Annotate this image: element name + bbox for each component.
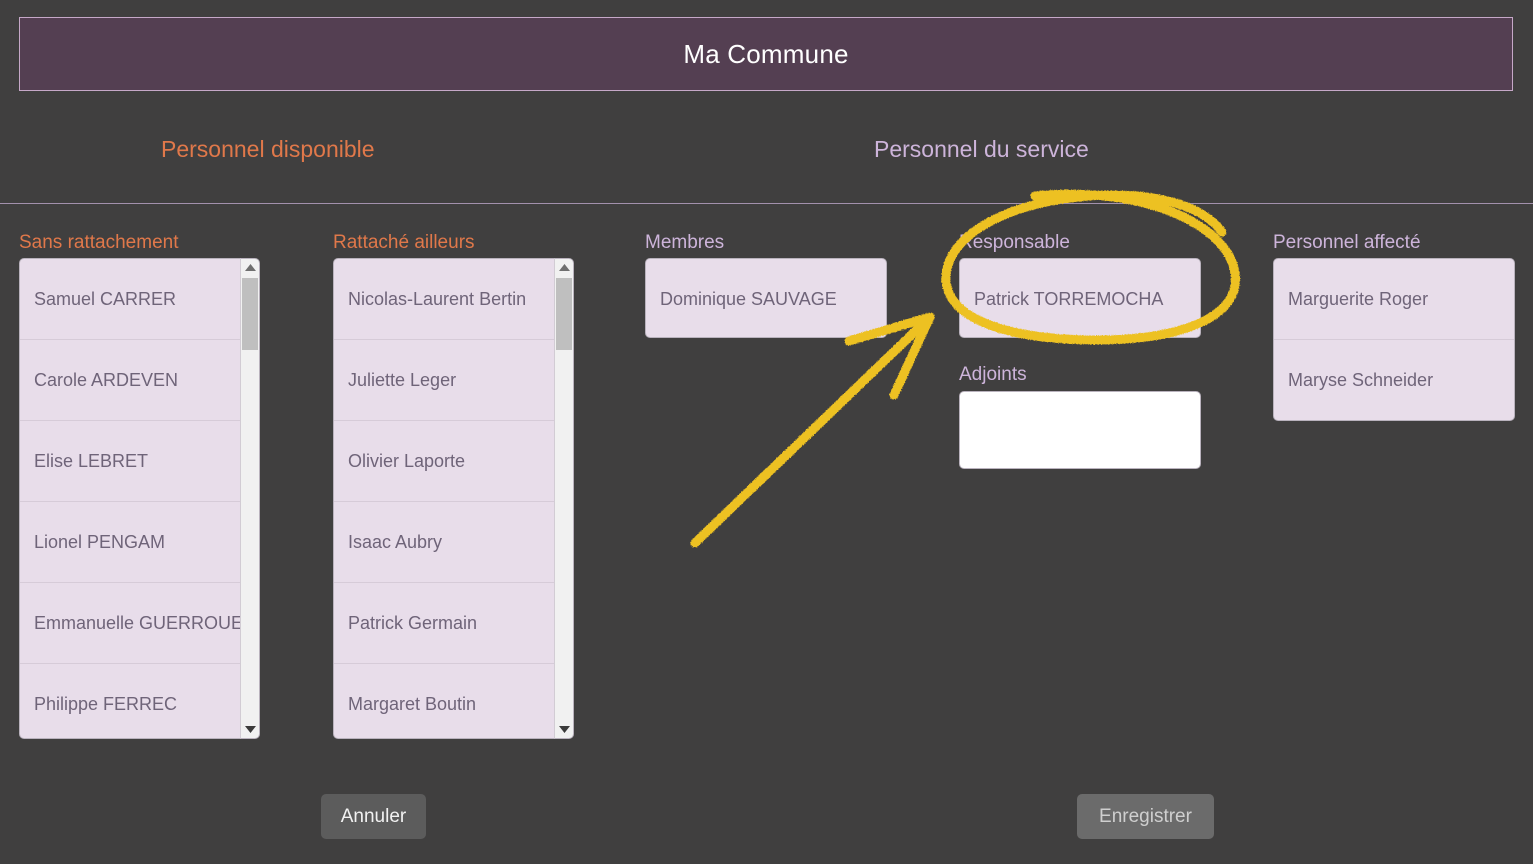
- cancel-button[interactable]: Annuler: [321, 794, 426, 839]
- list-responsable-body[interactable]: Patrick TORREMOCHA: [959, 258, 1201, 338]
- list-item[interactable]: Marguerite Roger: [1274, 259, 1514, 340]
- list-item[interactable]: Emmanuelle GUERROUE: [20, 583, 240, 664]
- list-item[interactable]: Carole ARDEVEN: [20, 340, 240, 421]
- list-item[interactable]: Patrick TORREMOCHA: [960, 259, 1200, 337]
- list-item[interactable]: Olivier Laporte: [334, 421, 554, 502]
- section-divider: [0, 203, 1533, 204]
- column-label-sans-rattachement: Sans rattachement: [19, 232, 179, 253]
- list-membres[interactable]: Dominique SAUVAGE: [645, 258, 887, 338]
- list-item[interactable]: Samuel CARRER: [20, 259, 240, 340]
- list-adjoints-body[interactable]: [959, 391, 1201, 469]
- section-heading-available-personnel: Personnel disponible: [161, 136, 375, 162]
- list-item[interactable]: Isaac Aubry: [334, 502, 554, 583]
- list-adjoints[interactable]: [959, 391, 1201, 469]
- scroll-up-arrow-icon[interactable]: [555, 259, 573, 276]
- list-item[interactable]: Nicolas-Laurent Bertin: [334, 259, 554, 340]
- scrollbar-rattache-ailleurs[interactable]: [554, 258, 574, 739]
- list-item[interactable]: Margaret Boutin: [334, 664, 554, 738]
- scroll-up-arrow-icon[interactable]: [241, 259, 259, 276]
- list-item[interactable]: Philippe FERREC: [20, 664, 240, 738]
- list-responsable[interactable]: Patrick TORREMOCHA: [959, 258, 1201, 338]
- window-title-bar: Ma Commune: [19, 17, 1513, 91]
- list-sans-rattachement-body[interactable]: Samuel CARRER Carole ARDEVEN Elise LEBRE…: [19, 258, 240, 739]
- list-item[interactable]: Patrick Germain: [334, 583, 554, 664]
- list-membres-body[interactable]: Dominique SAUVAGE: [645, 258, 887, 338]
- page-title: Ma Commune: [683, 38, 849, 69]
- list-personnel-affecte[interactable]: Marguerite Roger Maryse Schneider: [1273, 258, 1515, 421]
- scrollbar-thumb[interactable]: [556, 278, 572, 350]
- column-label-membres: Membres: [645, 232, 725, 253]
- scrollbar-sans-rattachement[interactable]: [240, 258, 260, 739]
- column-label-rattache-ailleurs: Rattaché ailleurs: [333, 232, 475, 253]
- save-button[interactable]: Enregistrer: [1077, 794, 1214, 839]
- section-heading-service-personnel: Personnel du service: [874, 136, 1089, 162]
- list-rattache-ailleurs[interactable]: Nicolas-Laurent Bertin Juliette Leger Ol…: [333, 258, 574, 739]
- list-sans-rattachement[interactable]: Samuel CARRER Carole ARDEVEN Elise LEBRE…: [19, 258, 260, 739]
- list-rattache-ailleurs-body[interactable]: Nicolas-Laurent Bertin Juliette Leger Ol…: [333, 258, 554, 739]
- scroll-down-arrow-icon[interactable]: [555, 721, 573, 738]
- scrollbar-thumb[interactable]: [242, 278, 258, 350]
- list-item[interactable]: Juliette Leger: [334, 340, 554, 421]
- scroll-down-arrow-icon[interactable]: [241, 721, 259, 738]
- list-item[interactable]: Maryse Schneider: [1274, 340, 1514, 420]
- list-item[interactable]: Dominique SAUVAGE: [646, 259, 886, 337]
- list-personnel-affecte-body[interactable]: Marguerite Roger Maryse Schneider: [1273, 258, 1515, 421]
- list-item[interactable]: Elise LEBRET: [20, 421, 240, 502]
- column-label-responsable: Responsable: [959, 232, 1070, 253]
- annotation-arrow: [690, 312, 935, 548]
- column-label-adjoints: Adjoints: [959, 364, 1027, 385]
- list-item[interactable]: Lionel PENGAM: [20, 502, 240, 583]
- column-label-personnel-affecte: Personnel affecté: [1273, 232, 1421, 253]
